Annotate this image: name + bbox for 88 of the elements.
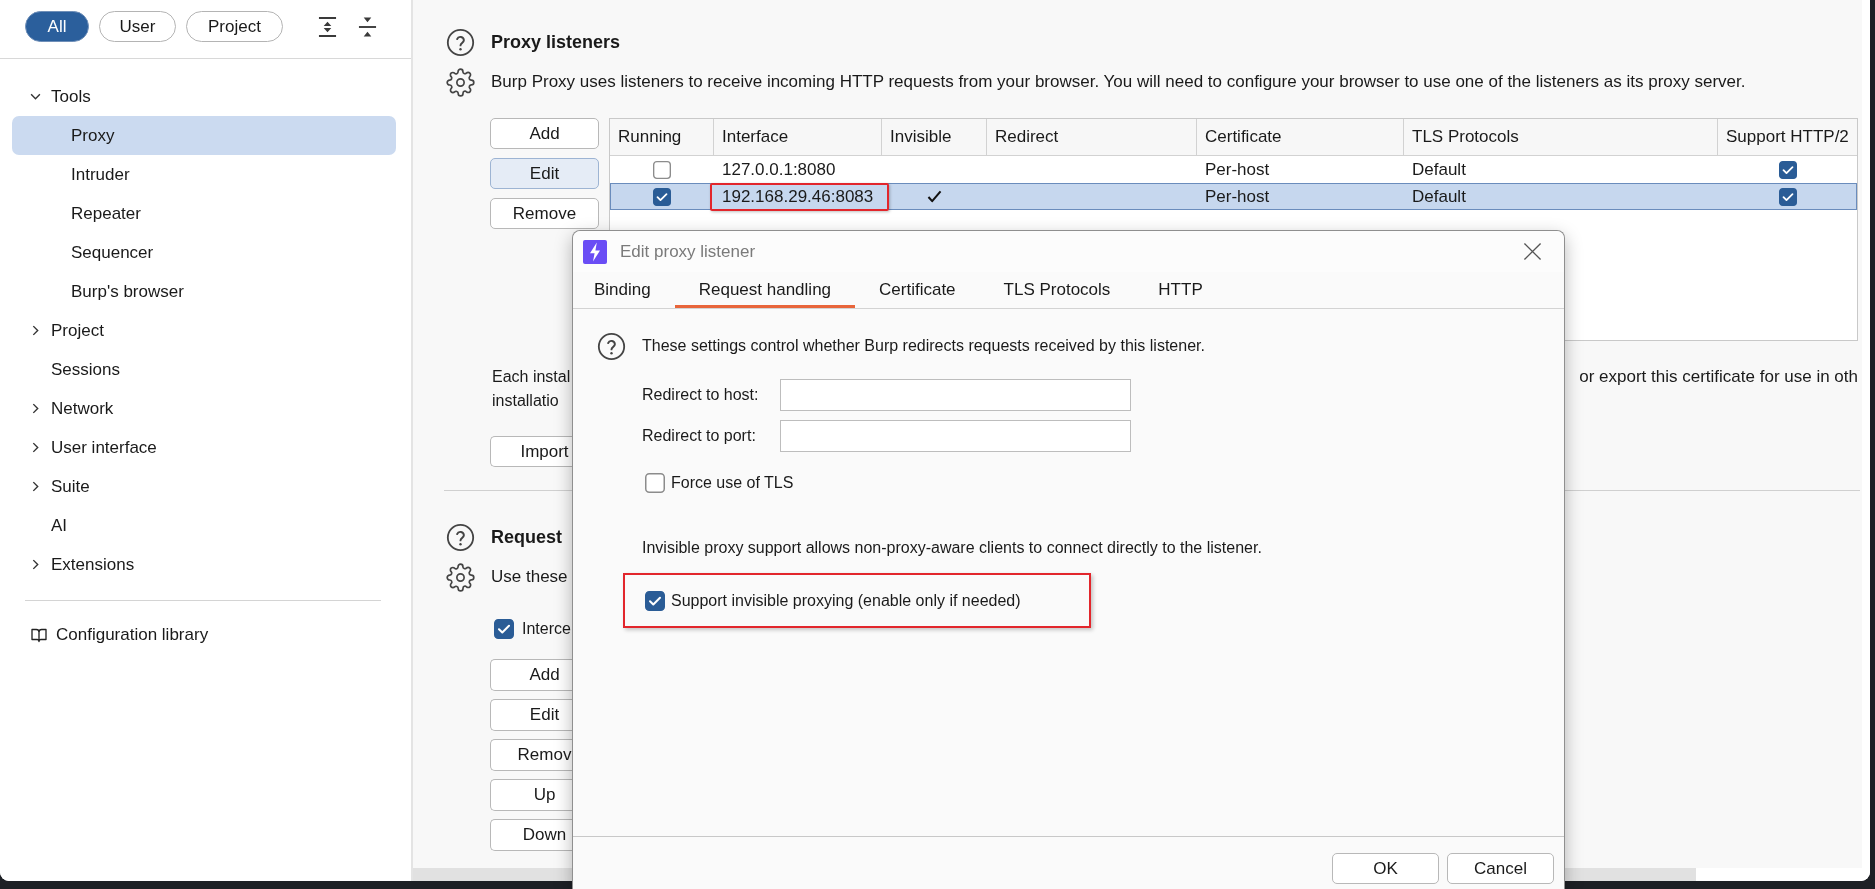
- help-icon[interactable]: [446, 27, 475, 57]
- library-link[interactable]: Configuration library: [0, 620, 231, 650]
- chevron-right-icon[interactable]: [32, 325, 39, 336]
- chevron-right-icon[interactable]: [32, 442, 39, 453]
- section-description: Use these: [491, 567, 568, 587]
- checkbox-option[interactable]: Interce: [494, 617, 574, 641]
- tree-item[interactable]: Repeater: [12, 194, 396, 233]
- action-button[interactable]: Import: [490, 436, 572, 467]
- dialog-tab[interactable]: Certificate: [855, 272, 980, 308]
- tree-item[interactable]: Suite: [12, 467, 396, 506]
- section-description: Burp Proxy uses listeners to receive incoming HTTP requests from your browser. You will need to configure your browser to use one of the listeners as its proxy server.: [491, 72, 1746, 92]
- note-text: Invisible proxy support allows non-proxy-aware clients to connect directly to the listener.: [642, 538, 1263, 558]
- help-icon[interactable]: [597, 331, 626, 361]
- dialog-tab[interactable]: HTTP: [1134, 272, 1227, 308]
- settings-icon[interactable]: [446, 562, 475, 592]
- paragraph-text: or export this certificate for use in oth: [1579, 366, 1858, 388]
- action-button[interactable]: Add: [490, 659, 572, 691]
- chevron-right-icon[interactable]: [32, 403, 39, 414]
- tree-item[interactable]: AI: [12, 506, 396, 545]
- action-button[interactable]: Remove: [490, 198, 599, 229]
- checkbox[interactable]: [645, 590, 665, 611]
- field-label: Redirect to host:: [642, 386, 760, 404]
- tree-item[interactable]: User interface: [12, 428, 396, 467]
- tree-item[interactable]: Proxy: [12, 116, 396, 155]
- dialog-tab[interactable]: TLS Protocols: [979, 272, 1135, 308]
- table-cell: Per-host: [1205, 159, 1270, 180]
- close-icon[interactable]: [1523, 242, 1542, 261]
- table-cell: 192.168.29.46:8083: [722, 186, 874, 207]
- section-title: Request: [491, 526, 562, 548]
- dialog-title: Edit proxy listener: [620, 241, 756, 262]
- tree-item[interactable]: Network: [12, 389, 396, 428]
- dialog-tab[interactable]: Request handling: [674, 272, 856, 308]
- action-button[interactable]: Edit: [490, 699, 572, 731]
- settings-icon[interactable]: [446, 67, 475, 97]
- table-cell: Default: [1412, 186, 1466, 207]
- action-button[interactable]: Remov: [490, 739, 572, 771]
- collapse-all-icon[interactable]: [358, 15, 377, 38]
- intro-text: These settings control whether Burp redirects requests received by this listener.: [642, 337, 1205, 355]
- dialog-tab[interactable]: Binding: [573, 272, 675, 308]
- filter-pill[interactable]: Project: [186, 11, 283, 42]
- tree-item[interactable]: Sequencer: [12, 233, 396, 272]
- paragraph-text: installatio: [492, 391, 559, 411]
- checkbox-option[interactable]: Force use of TLS: [645, 472, 825, 494]
- tree-item[interactable]: Project: [12, 311, 396, 350]
- table-row[interactable]: 192.168.29.46:8083 Per-host Default: [610, 183, 1857, 210]
- chevron-right-icon[interactable]: [32, 559, 39, 570]
- column-header[interactable]: Invisible: [882, 119, 987, 155]
- checkbox[interactable]: [494, 619, 514, 639]
- tree-item[interactable]: Sessions: [12, 350, 396, 389]
- action-button[interactable]: Up: [490, 779, 572, 811]
- column-header[interactable]: Running: [610, 119, 714, 155]
- book-icon: [31, 627, 47, 643]
- column-header[interactable]: TLS Protocols: [1404, 119, 1718, 155]
- checkbox[interactable]: [653, 160, 671, 179]
- table-cell: 127.0.0.1:8080: [722, 159, 836, 180]
- column-header[interactable]: Redirect: [987, 119, 1197, 155]
- action-button[interactable]: Edit: [490, 158, 599, 189]
- tree-item[interactable]: Burp's browser: [12, 272, 396, 311]
- checkbox-option[interactable]: Support invisible proxying (enable only if needed): [645, 589, 1021, 612]
- table-cell: Per-host: [1205, 186, 1270, 207]
- checkbox[interactable]: [645, 473, 665, 493]
- paragraph-text: Each instal: [492, 367, 571, 387]
- tree-item[interactable]: Extensions: [12, 545, 396, 584]
- filter-pill[interactable]: User: [99, 11, 176, 42]
- action-button[interactable]: Down: [490, 819, 572, 851]
- column-header[interactable]: Certificate: [1197, 119, 1404, 155]
- chevron-down-icon[interactable]: [30, 93, 41, 100]
- column-header[interactable]: Interface: [714, 119, 882, 155]
- tree-item[interactable]: Intruder: [12, 155, 396, 194]
- dialog-button[interactable]: OK: [1332, 853, 1439, 884]
- input-field[interactable]: [780, 420, 1131, 452]
- input-field[interactable]: [780, 379, 1131, 411]
- section-title: Proxy listeners: [491, 31, 621, 53]
- lightning-logo-icon: [583, 239, 607, 264]
- checkbox[interactable]: [1778, 160, 1797, 179]
- action-button[interactable]: Add: [490, 118, 599, 149]
- tree-item[interactable]: Tools: [12, 77, 396, 116]
- column-header[interactable]: Support HTTP/2: [1718, 119, 1857, 155]
- checkbox[interactable]: [653, 187, 671, 206]
- dialog-button[interactable]: Cancel: [1447, 853, 1554, 884]
- table-cell: Default: [1412, 159, 1466, 180]
- field-label: Redirect to port:: [642, 427, 757, 445]
- checkbox[interactable]: [1778, 187, 1797, 206]
- expand-all-icon[interactable]: [318, 15, 337, 38]
- help-icon[interactable]: [446, 522, 475, 552]
- table-row[interactable]: 127.0.0.1:8080 Per-host Default: [610, 156, 1857, 183]
- filter-pill[interactable]: All: [25, 11, 89, 42]
- chevron-right-icon[interactable]: [32, 481, 39, 492]
